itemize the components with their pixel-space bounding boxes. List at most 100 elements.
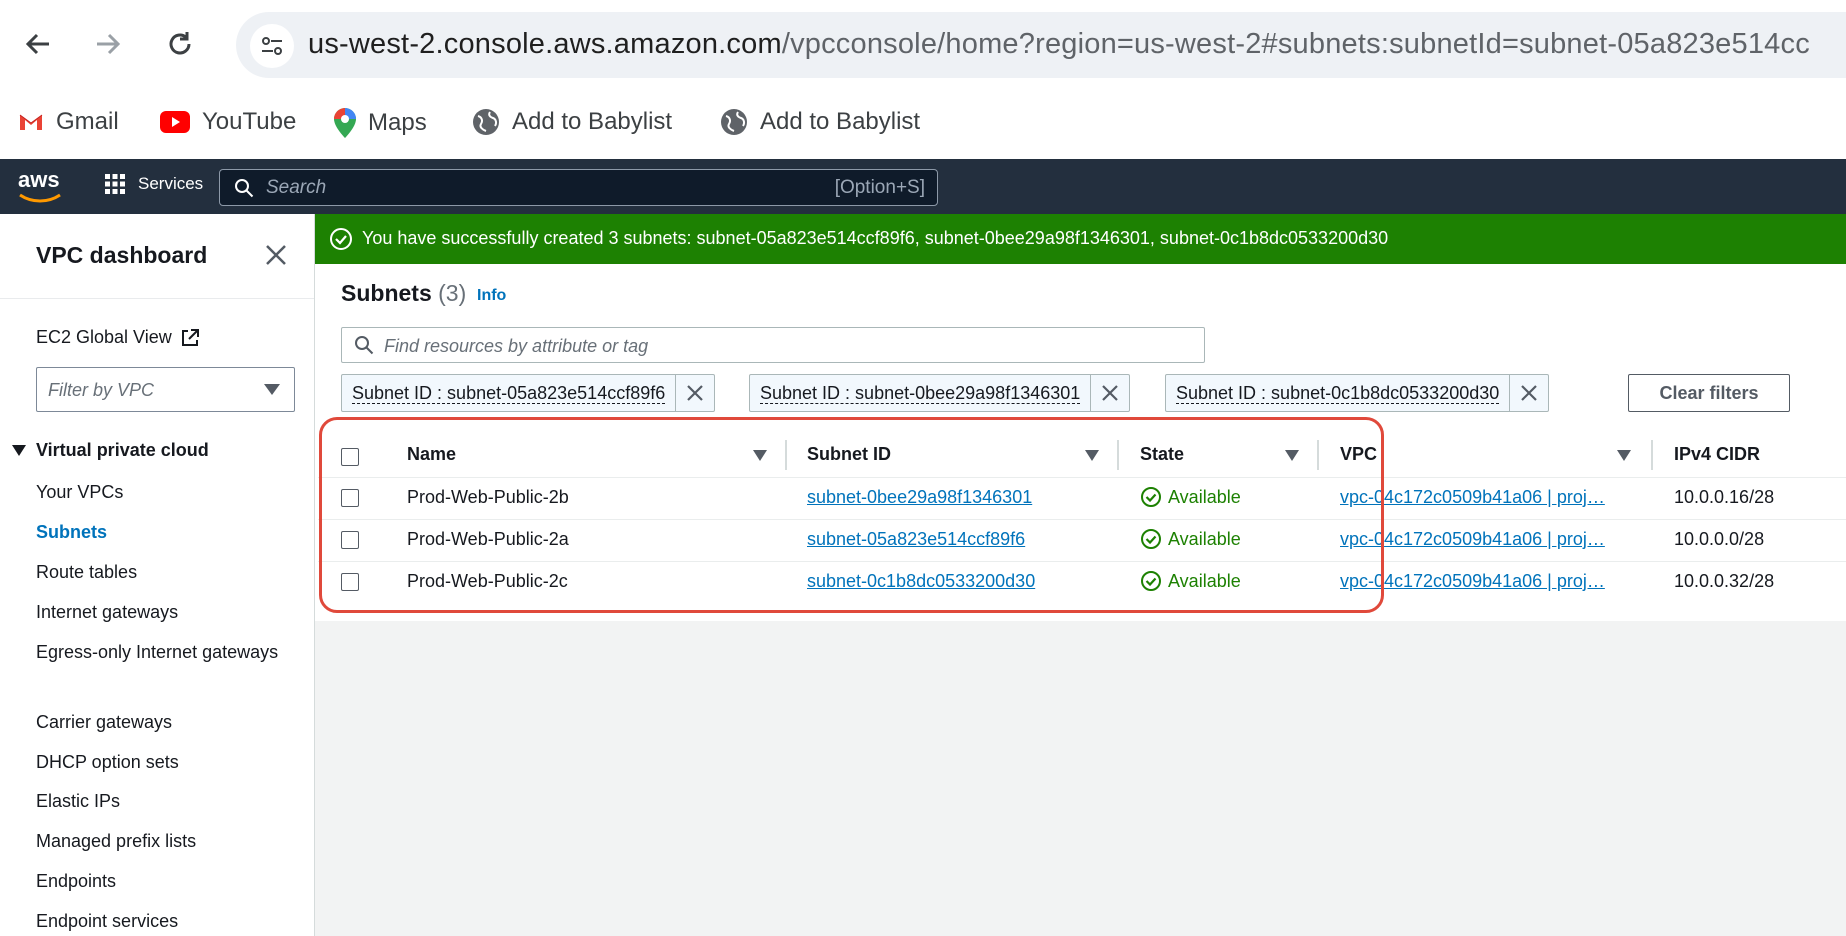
sidebar-item-subnets[interactable]: Subnets bbox=[36, 517, 286, 547]
close-icon bbox=[687, 385, 704, 401]
column-header-name[interactable]: Name bbox=[407, 444, 456, 465]
side-navigation: VPC dashboard EC2 Global View Filter by … bbox=[0, 214, 315, 936]
aws-search-input[interactable]: Search [Option+S] bbox=[219, 169, 938, 206]
gmail-icon bbox=[19, 114, 43, 130]
filter-token[interactable]: Subnet ID : subnet-0bee29a98f1346301 bbox=[749, 374, 1131, 412]
cell-name: Prod-Web-Public-2b bbox=[407, 487, 569, 507]
cell-ipv4-cidr: 10.0.0.0/28 bbox=[1674, 529, 1765, 549]
maps-pin-icon bbox=[334, 108, 356, 138]
filter-token[interactable]: Subnet ID : subnet-05a823e514ccf89f6 bbox=[341, 374, 716, 412]
column-header-ipv4-cidr[interactable]: IPv4 CIDR bbox=[1674, 444, 1760, 465]
sort-icon[interactable] bbox=[1285, 450, 1299, 461]
bookmark-babylist-2[interactable]: Add to Babylist bbox=[720, 108, 920, 136]
info-link[interactable]: Info bbox=[477, 287, 506, 305]
aws-top-nav: aws Services Search [Option+S] bbox=[0, 159, 1846, 214]
sidebar-item-carrier-gateways[interactable]: Carrier gateways bbox=[36, 707, 286, 737]
remove-filter-button[interactable] bbox=[1091, 375, 1129, 411]
remove-filter-button[interactable] bbox=[1510, 375, 1548, 411]
services-menu[interactable]: Services bbox=[104, 173, 203, 195]
column-header-state[interactable]: State bbox=[1140, 444, 1184, 465]
cell-ipv4-cidr: 10.0.0.16/28 bbox=[1674, 487, 1775, 507]
search-icon bbox=[355, 336, 374, 355]
sidebar-item-your-vpcs[interactable]: Your VPCs bbox=[36, 477, 286, 507]
sidebar-title[interactable]: VPC dashboard bbox=[36, 242, 207, 269]
browser-toolbar: us-west-2.console.aws.amazon.com/vpccons… bbox=[0, 0, 1846, 88]
sidebar-item-endpoints[interactable]: Endpoints bbox=[36, 866, 286, 896]
success-check-icon bbox=[1141, 487, 1161, 507]
globe-icon bbox=[473, 109, 499, 135]
row-checkbox[interactable] bbox=[341, 573, 359, 591]
sort-icon[interactable] bbox=[753, 450, 767, 461]
forward-button[interactable] bbox=[86, 22, 130, 66]
success-message: You have successfully created 3 subnets:… bbox=[362, 228, 1389, 248]
success-flashbar: You have successfully created 3 subnets:… bbox=[315, 214, 1846, 264]
column-header-vpc[interactable]: VPC bbox=[1340, 444, 1377, 465]
search-icon bbox=[235, 179, 254, 198]
cell-ipv4-cidr: 10.0.0.32/28 bbox=[1674, 571, 1775, 591]
sort-icon[interactable] bbox=[1617, 450, 1631, 461]
reload-button[interactable] bbox=[158, 22, 202, 66]
aws-logo[interactable]: aws bbox=[18, 167, 61, 203]
sidebar-item-dhcp-option-sets[interactable]: DHCP option sets bbox=[36, 747, 286, 777]
subnet-id-link[interactable]: subnet-0c1b8dc0533200d30 bbox=[807, 571, 1035, 592]
row-divider bbox=[318, 477, 1846, 478]
bookmark-maps[interactable]: Maps bbox=[334, 108, 427, 138]
caret-down-icon bbox=[264, 384, 280, 395]
vpc-link[interactable]: vpc-04c172c0509b41a06 | proj… bbox=[1340, 529, 1605, 550]
sidebar-item-internet-gateways[interactable]: Internet gateways bbox=[36, 597, 286, 627]
row-checkbox[interactable] bbox=[341, 489, 359, 507]
resource-search-input[interactable]: Find resources by attribute or tag bbox=[341, 327, 1205, 363]
sidebar-divider bbox=[0, 298, 314, 299]
close-icon bbox=[1102, 385, 1119, 401]
bookmark-gmail[interactable]: Gmail bbox=[18, 108, 119, 136]
vpc-link[interactable]: vpc-04c172c0509b41a06 | proj… bbox=[1340, 487, 1605, 508]
clear-filters-button[interactable]: Clear filters bbox=[1628, 374, 1790, 412]
close-icon bbox=[266, 245, 286, 265]
subnet-id-link[interactable]: subnet-0bee29a98f1346301 bbox=[807, 487, 1032, 508]
address-bar[interactable]: us-west-2.console.aws.amazon.com/vpccons… bbox=[236, 12, 1846, 78]
sidebar-item-route-tables[interactable]: Route tables bbox=[36, 557, 286, 587]
remove-filter-button[interactable] bbox=[676, 375, 714, 411]
site-settings-icon[interactable] bbox=[250, 24, 294, 68]
row-divider bbox=[318, 561, 1846, 562]
page-title: Subnets (3) bbox=[341, 280, 467, 306]
column-resizer[interactable] bbox=[785, 440, 787, 470]
sidebar-close-button[interactable] bbox=[264, 243, 288, 267]
row-divider bbox=[318, 519, 1846, 520]
cell-name: Prod-Web-Public-2c bbox=[407, 571, 568, 591]
sidebar-item-egress-only-internet-gateways[interactable]: Egress-only Internet gateways bbox=[36, 637, 286, 667]
back-button[interactable] bbox=[16, 22, 60, 66]
bookmark-babylist-1[interactable]: Add to Babylist bbox=[472, 108, 672, 136]
sort-icon[interactable] bbox=[1085, 450, 1099, 461]
url-text: us-west-2.console.aws.amazon.com/vpccons… bbox=[308, 28, 1810, 60]
success-check-icon bbox=[330, 228, 352, 250]
bookmarks-bar: Gmail YouTube Maps Add to Babylist Add t… bbox=[0, 100, 1846, 148]
column-resizer[interactable] bbox=[1117, 440, 1119, 470]
column-header-subnet-id[interactable]: Subnet ID bbox=[807, 444, 891, 465]
ec2-global-view-link[interactable]: EC2 Global View bbox=[36, 327, 200, 348]
subnets-table-container bbox=[315, 264, 1846, 621]
select-all-checkbox[interactable] bbox=[341, 448, 359, 466]
row-checkbox[interactable] bbox=[341, 531, 359, 549]
sidebar-item-elastic-ips[interactable]: Elastic IPs bbox=[36, 786, 286, 816]
filter-token[interactable]: Subnet ID : subnet-0c1b8dc0533200d30 bbox=[1165, 374, 1550, 412]
status-badge: Available bbox=[1140, 570, 1241, 592]
youtube-icon bbox=[160, 111, 190, 133]
sidebar-item-endpoint-services[interactable]: Endpoint services bbox=[36, 906, 286, 936]
aws-smile-icon bbox=[19, 193, 61, 203]
sidebar-item-managed-prefix-lists[interactable]: Managed prefix lists bbox=[36, 826, 286, 856]
success-check-icon bbox=[1141, 571, 1161, 591]
filter-by-vpc-select[interactable]: Filter by VPC bbox=[36, 367, 295, 412]
bookmark-youtube[interactable]: YouTube bbox=[160, 108, 296, 136]
globe-icon bbox=[721, 109, 747, 135]
vpc-link[interactable]: vpc-04c172c0509b41a06 | proj… bbox=[1340, 571, 1605, 592]
external-link-icon bbox=[181, 328, 199, 346]
caret-down-icon bbox=[12, 445, 26, 456]
subnet-id-link[interactable]: subnet-05a823e514ccf89f6 bbox=[807, 529, 1025, 550]
status-badge: Available bbox=[1140, 486, 1241, 508]
sidebar-section-virtual-private-cloud[interactable]: Virtual private cloud bbox=[12, 440, 209, 461]
column-resizer[interactable] bbox=[1317, 440, 1319, 470]
column-resizer[interactable] bbox=[1651, 440, 1653, 470]
back-arrow-icon bbox=[25, 33, 49, 55]
grid-icon bbox=[105, 174, 125, 194]
